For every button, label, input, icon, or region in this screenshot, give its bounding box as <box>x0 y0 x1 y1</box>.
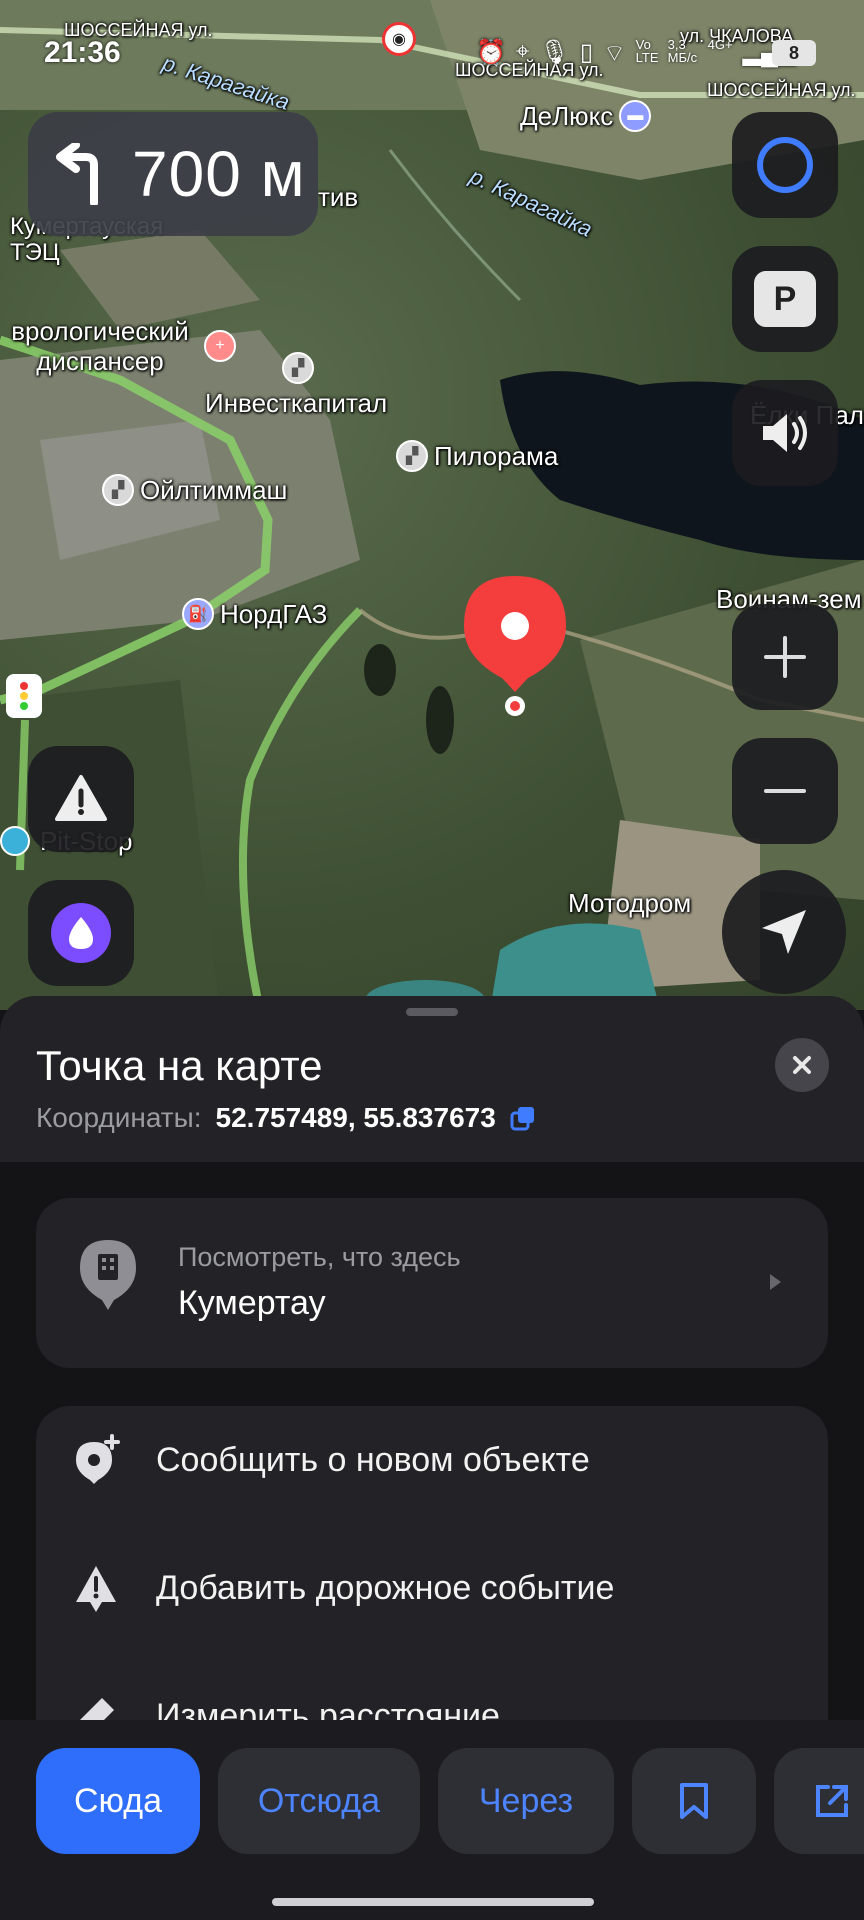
chevron-right-icon <box>770 1274 781 1290</box>
zoom-out-button[interactable] <box>732 738 838 844</box>
action-label: Сообщить о новом объекте <box>156 1440 590 1479</box>
whats-here-subtitle: Посмотреть, что здесь <box>178 1242 461 1272</box>
selected-point-pin[interactable] <box>462 574 568 729</box>
route-actions-bar: Сюда Отсюда Через <box>0 1720 864 1920</box>
vibrate-icon: ▯ <box>579 39 594 66</box>
coordinates-value: 52.757489, 55.837673 <box>215 1102 496 1133</box>
speed-label: 3,3 МБ/с <box>667 37 698 65</box>
poi-hospital[interactable]: + <box>204 330 236 362</box>
share-button[interactable] <box>774 1748 864 1854</box>
status-time: 21:36 <box>44 36 121 69</box>
wifi-icon: ⌔ <box>603 40 626 67</box>
poi-label: ДеЛюкс <box>520 100 614 131</box>
poi-delux[interactable]: ДеЛюкс ▬ <box>520 100 652 132</box>
home-indicator[interactable] <box>272 1898 594 1906</box>
coordinates-label: Координаты: <box>36 1102 202 1133</box>
map-label-investkapital: Инвесткапитал <box>205 388 388 418</box>
location-icon: ⌖ <box>515 38 530 65</box>
speaker-icon <box>763 414 807 452</box>
route-from-button[interactable]: Отсюда <box>218 1748 420 1854</box>
turn-left-icon <box>56 143 98 205</box>
alarm-icon: ⏰ <box>476 39 506 66</box>
network-label: 4G+ <box>707 37 733 52</box>
poi-label: Мотодром <box>568 888 692 918</box>
hotel-icon: ▬ <box>619 100 652 132</box>
volte-label: Vo LTE <box>635 37 659 65</box>
copy-icon[interactable] <box>510 1105 536 1131</box>
warning-icon <box>55 775 107 821</box>
factory-icon: ▞ <box>396 440 428 472</box>
poi-label: Пилорама <box>434 440 559 471</box>
alice-voice-button[interactable] <box>28 880 134 986</box>
hospital-icon: + <box>204 330 236 362</box>
report-new-object-item[interactable]: Сообщить о новом объекте <box>36 1410 828 1510</box>
close-button[interactable] <box>775 1038 829 1092</box>
road-warning-icon <box>76 1566 116 1612</box>
poi-oiltimmash[interactable]: ▞ Ойлтиммаш <box>102 474 287 506</box>
traffic-light-icon[interactable] <box>6 674 42 718</box>
parking-icon: P <box>754 271 816 327</box>
bookmark-button[interactable] <box>632 1748 756 1854</box>
poi-pilorama[interactable]: ▞ Пилорама <box>396 440 558 472</box>
actions-card: Сообщить о новом объекте Добавить дорожн… <box>36 1406 828 1766</box>
add-place-icon <box>76 1434 120 1484</box>
my-location-button[interactable] <box>722 870 846 994</box>
status-bar: 21:36 ⏰ ⌖ 🎙 ▯ ⌔ Vo LTE 3,3 МБ/с 4G+ ▂▄▆ … <box>0 0 864 90</box>
mic-icon: 🎙 <box>539 39 570 66</box>
alice-assistant-button[interactable] <box>732 112 838 218</box>
turn-instruction-card[interactable]: 700 м <box>28 112 318 236</box>
zoom-in-button[interactable] <box>732 604 838 710</box>
alice-icon <box>51 903 111 963</box>
coordinates-row: Координаты: 52.757489, 55.837673 <box>36 1102 536 1134</box>
share-icon <box>816 1785 848 1817</box>
map-pin-icon <box>464 576 566 716</box>
whats-here-place: Кумертау <box>178 1284 326 1322</box>
close-icon <box>793 1056 811 1074</box>
drag-handle[interactable] <box>406 1008 458 1016</box>
car-service-icon[interactable] <box>0 826 30 856</box>
route-via-button[interactable]: Через <box>438 1748 614 1854</box>
turn-distance: 700 м <box>132 138 306 210</box>
poi-label: Ойлтиммаш <box>140 474 288 505</box>
action-label: Добавить дорожное событие <box>156 1568 615 1607</box>
status-icons: ⏰ ⌖ 🎙 ▯ ⌔ Vo LTE 3,3 МБ/с 4G+ ▂▄▆ <box>476 38 797 68</box>
road-event-button[interactable] <box>28 746 134 852</box>
whats-here-card[interactable]: Посмотреть, что здесь Кумертау <box>36 1198 828 1368</box>
poi-motodrom[interactable]: Мотодром <box>568 888 691 919</box>
factory-icon: ▞ <box>102 474 134 506</box>
battery-indicator: 8 <box>772 40 816 66</box>
poi-nordgaz[interactable]: ⛽ НордГАЗ <box>182 598 327 630</box>
route-here-button[interactable]: Сюда <box>36 1748 200 1854</box>
add-road-event-item[interactable]: Добавить дорожное событие <box>36 1538 828 1638</box>
bookmark-icon <box>680 1783 708 1819</box>
fuel-icon: ⛽ <box>182 598 214 630</box>
parking-button[interactable]: P <box>732 246 838 352</box>
sheet-header: Точка на карте Координаты: 52.757489, 55… <box>0 996 864 1162</box>
building-pin-icon <box>80 1240 136 1310</box>
plus-icon <box>764 636 806 678</box>
navigation-arrow-icon <box>762 910 806 954</box>
poi-label: НордГАЗ <box>220 598 328 629</box>
map-label-dispanser: врологический диспансер <box>11 316 189 376</box>
poi-factory[interactable]: ▞ <box>282 352 314 384</box>
map-label-tiv: тив <box>318 182 359 212</box>
sheet-title: Точка на карте <box>36 1042 323 1089</box>
minus-icon <box>764 789 806 793</box>
factory-icon: ▞ <box>282 352 314 384</box>
sound-button[interactable] <box>732 380 838 486</box>
alice-ring-icon <box>757 137 813 193</box>
